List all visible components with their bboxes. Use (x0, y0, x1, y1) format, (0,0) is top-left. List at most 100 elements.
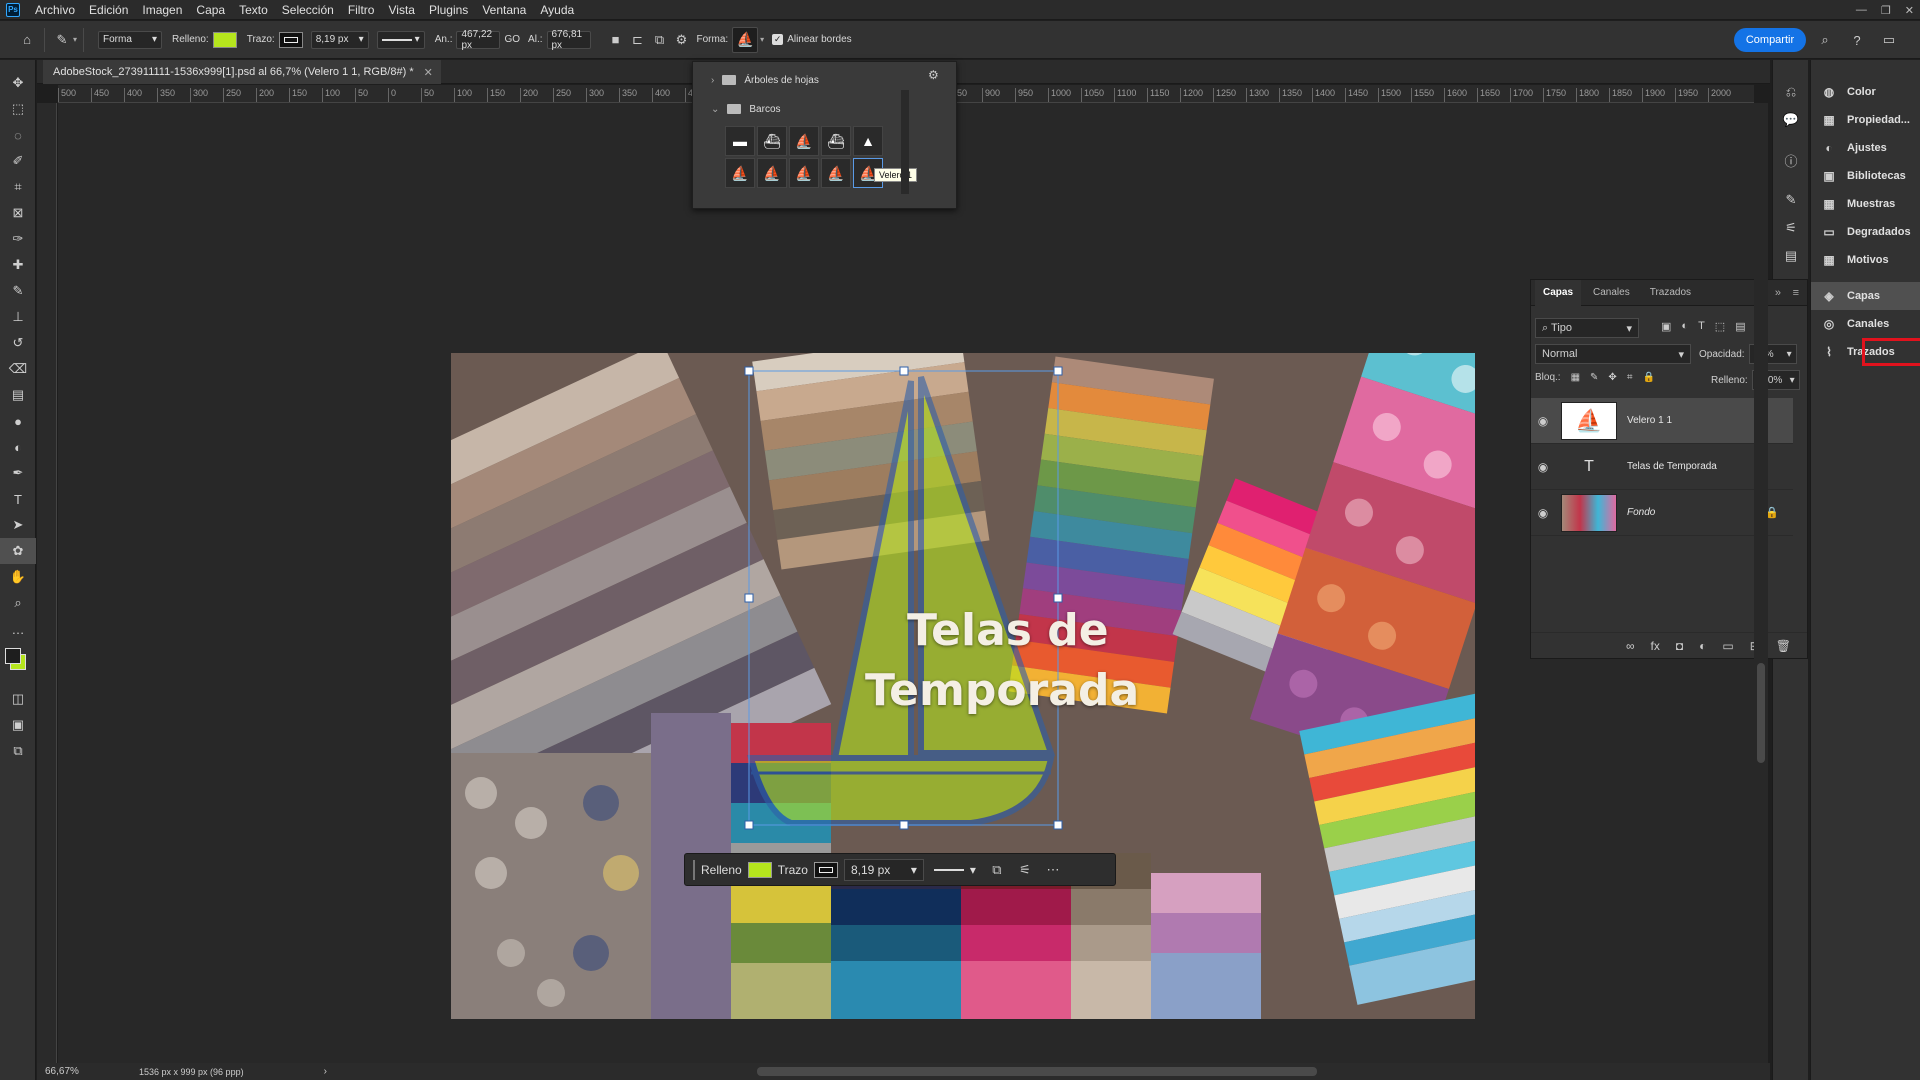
comments-icon[interactable]: 💬 (1773, 106, 1809, 134)
chevron-right-icon[interactable]: › (324, 1066, 327, 1077)
tab-channels[interactable]: Canales (1585, 280, 1638, 306)
ctx-stroke-width-input[interactable]: 8,19 px ▾ (843, 858, 924, 881)
brush-settings-icon[interactable]: ✎ (1773, 186, 1809, 214)
pixel-filter-icon[interactable]: ▣ (1661, 320, 1671, 333)
panel-color[interactable]: ◍ Color (1811, 78, 1920, 106)
panel-gradients[interactable]: ▭ Degradados (1811, 218, 1920, 246)
glyphs-icon[interactable]: ▤ (1773, 242, 1809, 270)
document-tab[interactable]: AdobeStock_273911111-1536x999[1].psd al … (43, 60, 441, 84)
layer-name[interactable]: Fondo (1627, 507, 1655, 518)
shape-cell[interactable]: ⛵ (725, 158, 755, 188)
height-input[interactable]: 676,81 px (546, 29, 591, 51)
quick-mask-icon[interactable]: ◫ (0, 686, 36, 712)
panel-channels[interactable]: ◎ Canales (1811, 310, 1920, 338)
menu-archivo[interactable]: Archivo (28, 0, 82, 20)
close-icon[interactable]: ✕ (1905, 4, 1914, 17)
shape-folder-arboles[interactable]: › Árboles de hojas (711, 70, 819, 90)
align-edges-checkbox[interactable]: ✓ (772, 34, 784, 45)
screen-mode-icon[interactable]: ▣ (0, 712, 36, 738)
adjustment-filter-icon[interactable]: ◐ (1681, 320, 1688, 333)
scrollbar[interactable] (901, 90, 909, 194)
crop-tool-icon[interactable]: ⌗ (0, 174, 36, 200)
restore-icon[interactable]: ❐ (1881, 4, 1891, 17)
menu-capa[interactable]: Capa (189, 0, 232, 20)
type-filter-icon[interactable]: T (1698, 320, 1705, 333)
panel-libraries[interactable]: ▣ Bibliotecas (1811, 162, 1920, 190)
shape-filter-icon[interactable]: ⬚ (1715, 320, 1725, 333)
ctx-stroke-swatch[interactable] (813, 861, 838, 878)
layer-filter-dropdown[interactable]: ⌕ Tipo ▾ (1535, 318, 1639, 338)
layer-name[interactable]: Telas de Temporada (1627, 461, 1717, 472)
horizontal-scrollbar[interactable] (757, 1067, 1317, 1076)
stroke-swatch[interactable] (278, 31, 303, 48)
share-button[interactable]: Compartir (1734, 28, 1806, 52)
brush-tool-icon[interactable]: ✎ (0, 278, 36, 304)
zoom-level[interactable]: 66,67% (45, 1066, 115, 1077)
text-layer[interactable]: Telas de Temporada (451, 353, 1475, 1019)
menu-vista[interactable]: Vista (381, 0, 421, 20)
frame-tool-icon[interactable]: ⊠ (0, 200, 36, 226)
collapse-icon[interactable]: » (1775, 287, 1781, 299)
shape-cell[interactable]: ⛵ (789, 126, 819, 156)
menu-plugins[interactable]: Plugins (422, 0, 475, 20)
info-icon[interactable]: ⓘ (1773, 146, 1809, 174)
lasso-tool-icon[interactable]: ◌ (0, 122, 36, 148)
shape-cell[interactable]: ⛴ (821, 126, 851, 156)
stamp-tool-icon[interactable]: ⊥ (0, 304, 36, 330)
canvas-area[interactable]: Telas de Temporada Relleno Trazo 8,19 px… (58, 103, 1754, 1063)
path-selection-tool-icon[interactable]: ➤ (0, 512, 36, 538)
workspace-icon[interactable]: ▭ (1878, 29, 1900, 51)
lock-all-icon[interactable]: 🔒 (1642, 372, 1654, 383)
lock-pixels-icon[interactable]: ✎ (1590, 372, 1598, 383)
fill-swatch[interactable] (212, 31, 237, 48)
move-tool-icon[interactable]: ✥ (0, 70, 36, 96)
chevron-down-icon[interactable]: ▾ (73, 35, 77, 44)
menu-ayuda[interactable]: Ayuda (533, 0, 581, 20)
shape-cell[interactable]: ⛵ (789, 158, 819, 188)
history-icon[interactable]: ⎌ (1773, 78, 1809, 106)
pen-tool-icon[interactable]: ✒ (0, 460, 36, 486)
panel-menu-icon[interactable]: ≡ (1793, 287, 1799, 299)
stroke-width-input[interactable]: 8,19 px ▾ (310, 30, 369, 49)
path-alignment-icon[interactable]: ⊏ (627, 29, 649, 51)
stroke-type-dropdown[interactable]: ▾ (376, 30, 425, 49)
link-layers-icon[interactable]: ∞ (1626, 639, 1635, 653)
adjust-icon[interactable]: ⚟ (1014, 859, 1036, 881)
visibility-eye-icon[interactable]: ◉ (1531, 506, 1555, 520)
history-brush-tool-icon[interactable]: ↺ (0, 330, 36, 356)
adjustment-layer-icon[interactable]: ◐ (1699, 639, 1706, 653)
eyedropper-tool-icon[interactable]: ✑ (0, 226, 36, 252)
shape-picker-button[interactable]: ⛵ (732, 26, 759, 53)
minimize-icon[interactable]: — (1856, 4, 1867, 16)
visibility-eye-icon[interactable]: ◉ (1531, 414, 1555, 428)
more-tools-icon[interactable]: … (0, 616, 36, 642)
combine-shapes-icon[interactable]: ⧉ (986, 859, 1008, 881)
lock-position-icon[interactable]: ✥ (1608, 372, 1616, 383)
panel-properties[interactable]: ▦ Propiedad... (1811, 106, 1920, 134)
more-options-icon[interactable]: ⋯ (1042, 859, 1064, 881)
gear-icon[interactable]: ⚙ (671, 29, 693, 51)
tab-paths[interactable]: Trazados (1642, 280, 1699, 306)
gear-icon[interactable]: ⚙ (928, 68, 939, 82)
healing-brush-tool-icon[interactable]: ✚ (0, 252, 36, 278)
vertical-scrollbar[interactable] (1757, 663, 1765, 763)
chevron-down-icon[interactable]: ▾ (760, 35, 764, 44)
menu-imagen[interactable]: Imagen (135, 0, 189, 20)
ctx-fill-swatch[interactable] (747, 861, 772, 878)
foreground-color-swatch[interactable] (5, 648, 21, 664)
gradient-tool-icon[interactable]: ▤ (0, 382, 36, 408)
tab-layers[interactable]: Capas (1535, 279, 1582, 306)
eraser-tool-icon[interactable]: ⌫ (0, 356, 36, 382)
close-tab-icon[interactable]: ✕ (424, 66, 433, 79)
ctx-stroke-type-dropdown[interactable]: ▾ (930, 859, 980, 881)
lock-artboard-icon[interactable]: ⌗ (1627, 372, 1633, 383)
type-tool-icon[interactable]: T (0, 486, 36, 512)
tool-preset-icon[interactable]: ✎ (51, 29, 73, 51)
shape-cell[interactable]: ⛵ (821, 158, 851, 188)
lock-transparent-icon[interactable]: ▦ (1571, 372, 1580, 383)
delete-icon[interactable]: 🗑 (1776, 639, 1791, 653)
help-icon[interactable]: ? (1846, 29, 1868, 51)
visibility-eye-icon[interactable]: ◉ (1531, 460, 1555, 474)
hand-tool-icon[interactable]: ✋ (0, 564, 36, 590)
blend-mode-dropdown[interactable]: Normal ▾ (1535, 344, 1691, 364)
